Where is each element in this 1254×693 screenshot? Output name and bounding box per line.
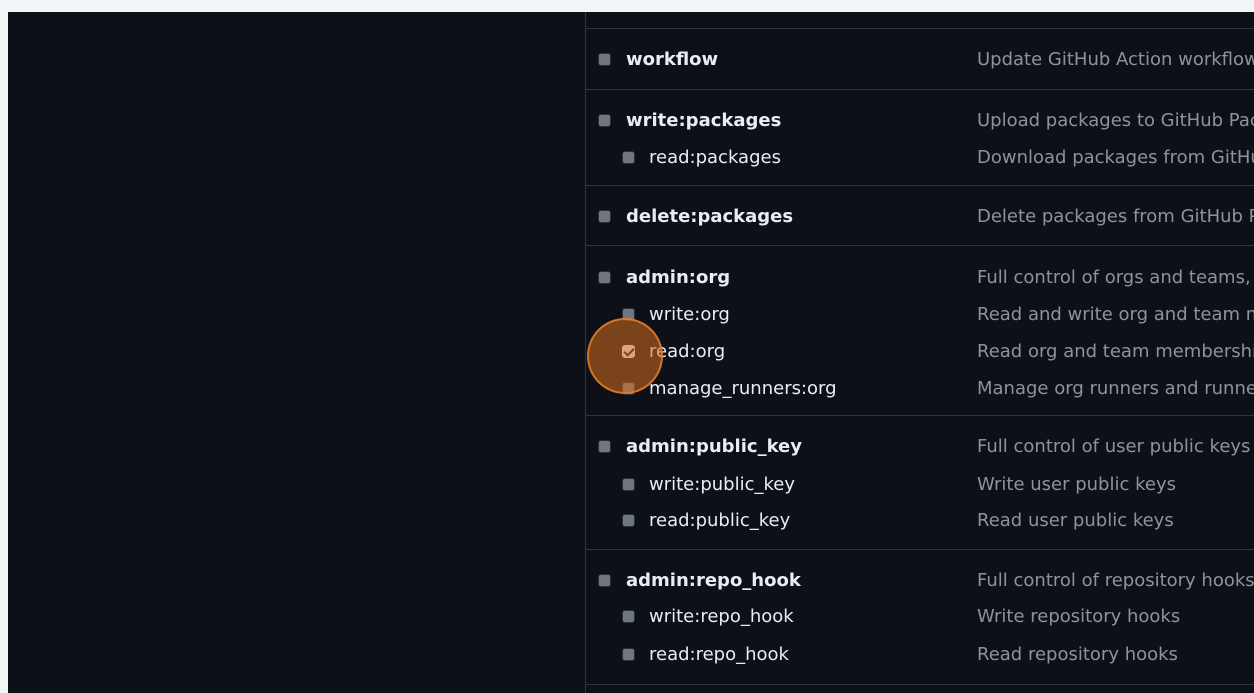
checkbox[interactable] (622, 478, 635, 491)
scope-row-workflow[interactable]: workflow Update GitHub Action workflows (586, 47, 1254, 71)
scope-group-next (586, 684, 1254, 693)
scope-group-workflow: workflow Update GitHub Action workflows (586, 28, 1254, 89)
checkbox[interactable] (622, 345, 635, 358)
scope-description: Read and write org and team membership, … (977, 304, 1254, 325)
scope-description: Update GitHub Action workflows (977, 49, 1254, 70)
scope-row-admin-repo-hook[interactable]: admin:repo_hook Full control of reposito… (586, 568, 1254, 592)
checkbox[interactable] (598, 114, 611, 127)
scope-description: Manage org runners and runner groups (977, 378, 1254, 399)
scope-description: Read org and team membership, read org p… (977, 341, 1254, 362)
scope-row-read-repo-hook[interactable]: read:repo_hook Read repository hooks (586, 642, 1254, 666)
scope-name: write:public_key (649, 474, 795, 495)
checkbox[interactable] (622, 648, 635, 661)
scope-name: workflow (626, 49, 719, 70)
scope-group-admin-org: admin:org Full control of orgs and teams… (586, 245, 1254, 416)
scope-group-admin-repo-hook: admin:repo_hook Full control of reposito… (586, 549, 1254, 684)
checkbox[interactable] (622, 151, 635, 164)
checkbox[interactable] (622, 514, 635, 527)
scope-row-write-org[interactable]: write:org Read and write org and team me… (586, 302, 1254, 326)
scope-name: write:repo_hook (649, 606, 794, 627)
checkbox[interactable] (622, 308, 635, 321)
checkbox[interactable] (622, 382, 635, 395)
scope-row-admin-org[interactable]: admin:org Full control of orgs and teams… (586, 265, 1254, 289)
scope-name: read:public_key (649, 510, 791, 531)
scope-row-read-public-key[interactable]: read:public_key Read user public keys (586, 508, 1254, 532)
screen: workflow Update GitHub Action workflows … (8, 12, 1254, 693)
scopes-list: workflow Update GitHub Action workflows … (585, 12, 1254, 693)
scope-name: admin:org (626, 267, 731, 288)
checkbox[interactable] (598, 210, 611, 223)
scope-name: read:repo_hook (649, 644, 789, 665)
scope-name: admin:repo_hook (626, 570, 801, 591)
checkbox[interactable] (598, 440, 611, 453)
scope-name: read:org (649, 341, 726, 362)
scope-name: write:packages (626, 110, 782, 131)
scope-name: manage_runners:org (649, 378, 837, 399)
scope-name: admin:public_key (626, 436, 802, 457)
scope-description: Delete packages from GitHub Package Regi… (977, 206, 1254, 227)
scope-description: Write repository hooks (977, 606, 1181, 627)
scope-description: Download packages from GitHub Package Re… (977, 147, 1254, 168)
scope-description: Write user public keys (977, 474, 1176, 495)
scope-row-read-org[interactable]: read:org Read org and team membership, r… (586, 339, 1254, 363)
scope-name: read:packages (649, 147, 781, 168)
checkbox[interactable] (598, 271, 611, 284)
scope-row-write-public-key[interactable]: write:public_key Write user public keys (586, 472, 1254, 496)
scope-description: Read user public keys (977, 510, 1174, 531)
checkbox[interactable] (622, 610, 635, 623)
scope-row-read-packages[interactable]: read:packages Download packages from Git… (586, 145, 1254, 169)
scope-row-delete-packages[interactable]: delete:packages Delete packages from Git… (586, 204, 1254, 228)
scope-row-admin-public-key[interactable]: admin:public_key Full control of user pu… (586, 434, 1254, 458)
checkbox[interactable] (598, 574, 611, 587)
scope-name: write:org (649, 304, 730, 325)
scope-description: Full control of orgs and teams, read and… (977, 267, 1254, 288)
scope-description: Full control of user public keys (977, 436, 1251, 457)
scope-description: Full control of repository hooks (977, 570, 1254, 591)
scope-group-admin-public-key: admin:public_key Full control of user pu… (586, 415, 1254, 550)
scope-row-manage-runners-org[interactable]: manage_runners:org Manage org runners an… (586, 376, 1254, 400)
scope-row-write-repo-hook[interactable]: write:repo_hook Write repository hooks (586, 604, 1254, 628)
scope-row-write-packages[interactable]: write:packages Upload packages to GitHub… (586, 108, 1254, 132)
scope-description: Read repository hooks (977, 644, 1178, 665)
scope-group-write-packages: write:packages Upload packages to GitHub… (586, 89, 1254, 186)
scope-name: delete:packages (626, 206, 794, 227)
scope-description: Upload packages to GitHub Package Regist… (977, 110, 1254, 131)
checkbox[interactable] (598, 53, 611, 66)
scope-group-delete-packages: delete:packages Delete packages from Git… (586, 185, 1254, 246)
